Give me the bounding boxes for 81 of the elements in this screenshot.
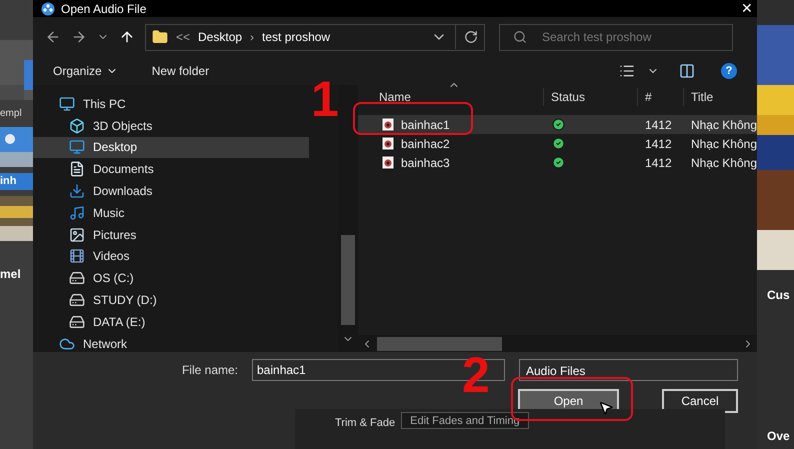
- audio-file-icon: [382, 156, 394, 169]
- audio-file-icon: [382, 118, 394, 131]
- folder-icon: [152, 29, 168, 45]
- panel-label: Ove: [766, 428, 791, 445]
- drive-icon: [69, 314, 85, 330]
- breadcrumb-separator: ›: [250, 29, 254, 46]
- cube-icon: [69, 118, 85, 134]
- sidebar-item[interactable]: Pictures: [33, 224, 309, 246]
- sidebar-item[interactable]: STUDY (D:): [33, 289, 309, 311]
- sidebar-item[interactable]: DATA (E:): [33, 310, 309, 333]
- step-number: 1: [311, 74, 339, 124]
- up-icon[interactable]: [119, 29, 135, 45]
- window-title: Open Audio File: [61, 0, 146, 18]
- file-row[interactable]: bainhac3 1412 Nhạc Không: [358, 153, 757, 172]
- drive-icon: [69, 292, 85, 308]
- audio-file-icon: [382, 137, 394, 150]
- monitor-icon: [59, 96, 75, 112]
- column-header[interactable]: #: [638, 88, 684, 106]
- file-type-dropdown[interactable]: Audio Files: [519, 359, 738, 381]
- column-header[interactable]: Name: [358, 88, 544, 106]
- close-button[interactable]: ✕: [735, 0, 759, 19]
- sidebar-item[interactable]: Videos: [33, 246, 309, 268]
- sidebar-item[interactable]: Documents: [33, 158, 309, 180]
- column-header[interactable]: Status: [544, 88, 638, 106]
- sidebar-item[interactable]: 3D Objects: [33, 114, 309, 137]
- sidebar-item[interactable]: Desktop: [33, 136, 309, 158]
- new-folder-button[interactable]: New folder: [152, 62, 210, 80]
- track-title: Nhạc Không: [690, 156, 757, 170]
- track-number: 1412: [644, 136, 672, 150]
- horizontal-scrollbar[interactable]: [358, 335, 757, 352]
- panel-label: inh: [0, 173, 33, 190]
- music-note-icon: [69, 204, 85, 221]
- organize-button[interactable]: Organize: [53, 62, 118, 80]
- track-title: Nhạc Không: [690, 136, 757, 150]
- file-row[interactable]: bainhac2 1412 Nhạc Không: [358, 134, 757, 153]
- file-name-label: File name:: [182, 362, 238, 379]
- trim-label: Trim & Fade: [335, 416, 396, 431]
- drive-icon: [69, 270, 85, 286]
- check-icon: [552, 118, 565, 131]
- address-bar[interactable]: << Desktop › test proshow: [145, 24, 485, 50]
- forward-icon[interactable]: [71, 29, 87, 45]
- image-icon: [69, 226, 85, 243]
- document-icon: [69, 161, 85, 178]
- refresh-icon[interactable]: [464, 30, 478, 44]
- panel-label: empl: [0, 107, 23, 121]
- edit-fades-button[interactable]: Edit Fades and Timing: [401, 412, 529, 429]
- monitor-icon: [69, 139, 85, 156]
- file-name: bainhac3: [400, 154, 450, 172]
- search-field[interactable]: Search test proshow: [499, 24, 733, 50]
- breadcrumb-overflow: <<: [176, 29, 190, 46]
- column-header[interactable]: Title: [684, 88, 714, 106]
- track-number: 1412: [644, 156, 672, 170]
- track-title: Nhạc Không: [690, 118, 757, 132]
- file-name: bainhac2: [400, 136, 450, 152]
- film-icon: [69, 248, 85, 264]
- file-row[interactable]: bainhac1 1412 Nhạc Không: [358, 115, 757, 134]
- panel-label: mel: [0, 266, 22, 282]
- sidebar-item[interactable]: Music: [33, 202, 309, 224]
- sidebar-item[interactable]: Downloads: [33, 180, 309, 202]
- film-reel-icon: [41, 2, 55, 16]
- cloud-icon: [59, 336, 75, 352]
- help-button[interactable]: ?: [721, 63, 737, 79]
- scrollbar-thumb[interactable]: [341, 235, 356, 325]
- check-icon: [552, 137, 565, 150]
- scrollbar-thumb[interactable]: [376, 336, 502, 350]
- mouse-cursor-icon: [598, 400, 614, 416]
- scrollbar[interactable]: [338, 85, 358, 352]
- breadcrumb[interactable]: test proshow: [262, 28, 330, 46]
- panel-label: Cus: [766, 287, 791, 304]
- sidebar-item[interactable]: This PC: [33, 93, 309, 115]
- sidebar-item[interactable]: Network: [33, 332, 309, 352]
- back-icon[interactable]: [45, 29, 61, 45]
- preview-pane-icon[interactable]: [679, 63, 695, 79]
- track-number: 1412: [644, 118, 672, 132]
- view-list-icon[interactable]: [619, 63, 635, 79]
- download-icon: [69, 183, 85, 200]
- check-icon: [552, 156, 565, 169]
- breadcrumb[interactable]: Desktop: [198, 28, 242, 46]
- sidebar-item[interactable]: OS (C:): [33, 267, 309, 290]
- file-name: bainhac1: [400, 116, 450, 134]
- search-icon: [513, 30, 527, 44]
